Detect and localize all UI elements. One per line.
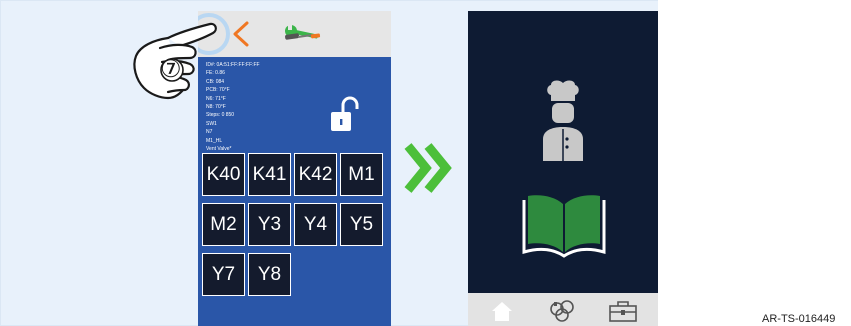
output-button-k42[interactable]: K42 — [294, 153, 337, 196]
cell-label: K40 — [206, 163, 241, 185]
output-button-y7[interactable]: Y7 — [202, 253, 245, 296]
output-button-k40[interactable]: K40 — [202, 153, 245, 196]
bottom-nav-bar — [468, 293, 658, 326]
output-test-grid: K40 K41 K42 M1 M2 Y3 Y4 Y5 Y7 Y8 — [202, 153, 383, 296]
cell-label: Y4 — [303, 213, 328, 235]
cookbook-icon[interactable] — [520, 192, 608, 260]
service-tools-icon[interactable] — [283, 21, 323, 47]
chef-icon[interactable] — [541, 79, 585, 161]
cell-label: K42 — [298, 163, 333, 185]
reference-code: AR-TS-016449 — [762, 313, 836, 325]
unlocked-padlock-icon[interactable] — [329, 95, 361, 133]
cell-label: Y8 — [257, 263, 282, 285]
cell-label: M2 — [210, 213, 237, 235]
output-button-y5[interactable]: Y5 — [340, 203, 383, 246]
back-chevron-icon[interactable] — [230, 20, 252, 48]
cell-label: Y7 — [211, 263, 236, 285]
diag-line: SW1 — [206, 120, 217, 127]
output-button-y8[interactable]: Y8 — [248, 253, 291, 296]
step-number: ⑦ — [160, 56, 182, 83]
diag-line: M1_HL — [206, 137, 223, 144]
cell-label: Y5 — [349, 213, 374, 235]
double-chevron-right-icon — [404, 143, 452, 193]
dishes-icon[interactable] — [548, 298, 576, 322]
cell-label: K41 — [252, 163, 287, 185]
output-button-y3[interactable]: Y3 — [248, 203, 291, 246]
output-button-m1[interactable]: M1 — [340, 153, 383, 196]
home-icon[interactable] — [490, 300, 514, 322]
output-button-y4[interactable]: Y4 — [294, 203, 337, 246]
output-button-k41[interactable]: K41 — [248, 153, 291, 196]
figure-margin — [658, 0, 851, 326]
diag-line: Steps: 0 850 — [206, 112, 235, 119]
home-screen — [468, 11, 658, 326]
diag-line: N7 — [206, 129, 213, 136]
toolbox-icon[interactable] — [608, 299, 638, 323]
cell-label: M1 — [348, 163, 375, 185]
output-button-m2[interactable]: M2 — [202, 203, 245, 246]
cell-label: Y3 — [257, 213, 282, 235]
diag-line: N8: 70°F — [206, 104, 226, 111]
